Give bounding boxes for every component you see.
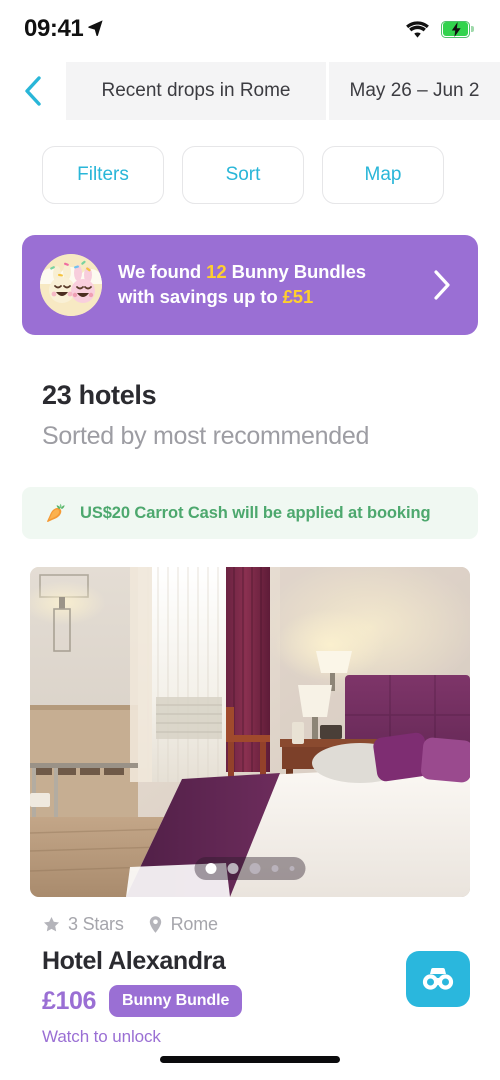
header-dates-field[interactable]: May 26 – Jun 2	[326, 62, 500, 120]
sort-button-label: Sort	[225, 164, 261, 185]
results-heading: 23 hotels Sorted by most recommended	[0, 335, 500, 451]
results-count: 23 hotels	[42, 380, 157, 410]
hotel-price-row: £106 Bunny Bundle	[42, 985, 406, 1017]
promo-line2-prefix: with savings up to	[118, 286, 283, 307]
bunny-bundle-promo-banner[interactable]: We found 12 Bunny Bundles with savings u…	[22, 235, 478, 335]
map-button[interactable]: Map	[322, 146, 444, 204]
watch-to-unlock-label[interactable]: Watch to unlock	[42, 1027, 406, 1047]
carrot-cash-text: US$20 Carrot Cash will be applied at boo…	[80, 503, 431, 522]
map-button-label: Map	[364, 164, 402, 185]
hotel-card-body: Hotel Alexandra £106 Bunny Bundle Watch …	[30, 947, 470, 1047]
home-indicator	[160, 1056, 340, 1063]
header-location-field[interactable]: Recent drops in Rome	[66, 62, 326, 120]
hotel-price: £106	[42, 986, 97, 1015]
promo-line1-prefix: We found	[118, 261, 207, 283]
carousel-dot-2[interactable]	[227, 863, 239, 874]
carousel-dot-5[interactable]	[289, 866, 295, 871]
hotel-room-photo[interactable]	[30, 567, 470, 897]
chevron-right-icon	[434, 270, 450, 300]
promo-count: 12	[206, 261, 227, 283]
app-screen: 09:41 Recent drops in Rome May 26 – Jun …	[0, 0, 500, 1080]
carousel-dot-4[interactable]	[271, 865, 279, 872]
hotel-card[interactable]: 3 Stars Rome Hotel Alexandra £106 Bunny …	[30, 567, 470, 1047]
charging-bolt-icon	[451, 21, 461, 37]
promo-line-1: We found 12 Bunny Bundles	[118, 260, 416, 285]
back-button[interactable]	[0, 62, 66, 120]
carrot-cash-banner: US$20 Carrot Cash will be applied at boo…	[22, 487, 478, 539]
promo-chevron[interactable]	[432, 269, 458, 301]
status-time: 09:41	[24, 15, 84, 42]
sort-button[interactable]: Sort	[182, 146, 304, 204]
header-location-label: Recent drops in Rome	[101, 80, 291, 101]
bunny-bundle-badge: Bunny Bundle	[109, 985, 243, 1017]
carousel-dot-3[interactable]	[249, 863, 261, 874]
status-bar: 09:41	[0, 0, 500, 58]
filter-bar: Filters Sort Map	[0, 120, 500, 204]
wifi-icon	[406, 20, 429, 38]
promo-line-2: with savings up to £51	[118, 285, 416, 310]
status-bar-left: 09:41	[24, 15, 104, 43]
hotel-stars-label: 3 Stars	[68, 914, 124, 934]
header-dates-label: May 26 – Jun 2	[349, 80, 480, 101]
status-bar-right	[405, 20, 474, 39]
results-sort-label: Sorted by most recommended	[42, 422, 370, 450]
star-icon	[43, 916, 60, 932]
search-header: Recent drops in Rome May 26 – Jun 2	[0, 62, 500, 120]
promo-text: We found 12 Bunny Bundles with savings u…	[118, 260, 416, 309]
carousel-dot-1[interactable]	[205, 863, 217, 874]
hotel-location-label: Rome	[170, 914, 218, 934]
filters-button[interactable]: Filters	[42, 146, 164, 204]
binoculars-icon	[422, 968, 454, 990]
carrot-icon	[47, 503, 65, 522]
promo-line1-suffix: Bunny Bundles	[226, 261, 366, 283]
location-arrow-icon	[88, 20, 103, 36]
hotel-room-image	[30, 567, 470, 897]
battery-charging-icon	[441, 20, 474, 38]
promo-savings: £51	[282, 286, 314, 307]
bunny-bundle-icon	[40, 254, 102, 316]
hotel-meta-row: 3 Stars Rome	[30, 914, 470, 935]
filters-button-label: Filters	[77, 164, 129, 185]
watch-button[interactable]	[406, 951, 470, 1007]
chevron-left-icon	[25, 76, 41, 106]
photo-carousel-dots[interactable]	[194, 857, 306, 880]
hotel-info: Hotel Alexandra £106 Bunny Bundle Watch …	[42, 947, 406, 1047]
map-pin-icon	[149, 916, 161, 933]
hotel-name: Hotel Alexandra	[42, 947, 226, 975]
